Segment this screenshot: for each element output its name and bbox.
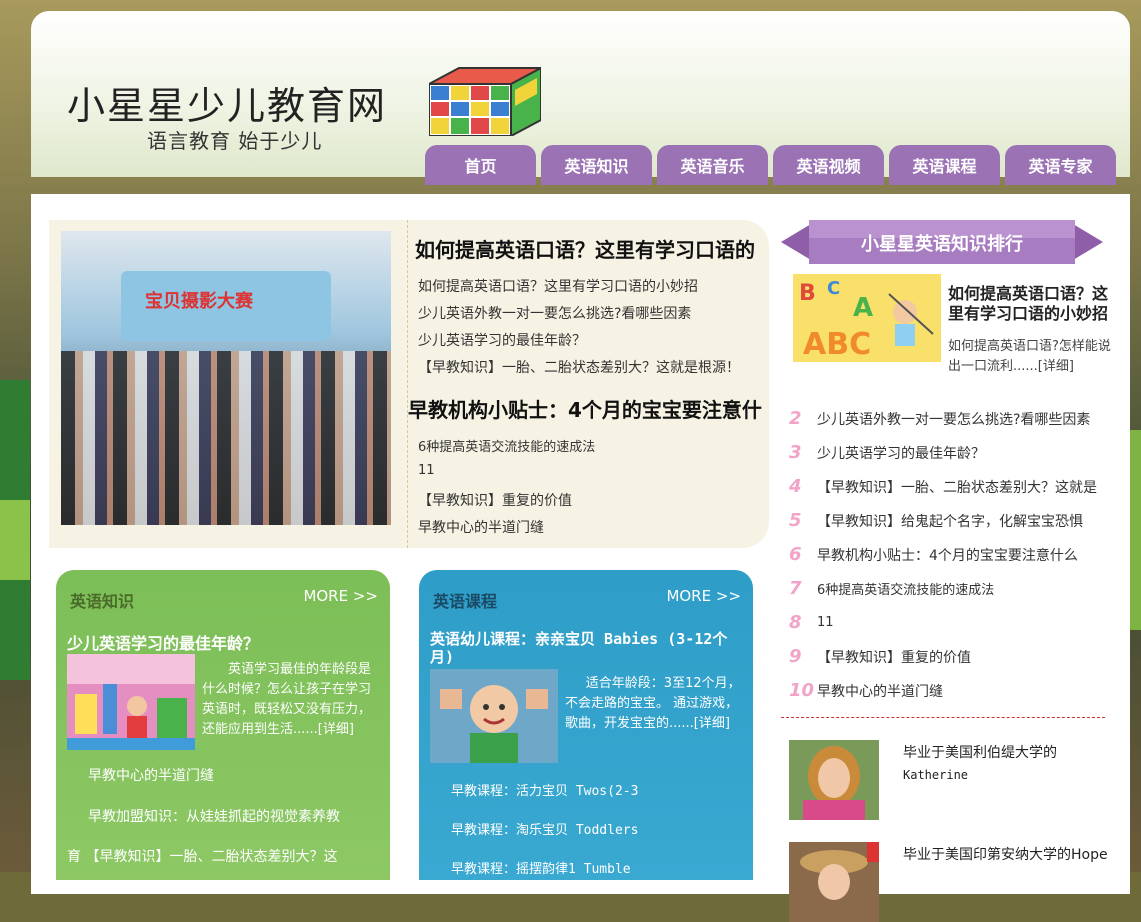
background-shelf-right bbox=[1129, 430, 1141, 630]
rank-number: 3 bbox=[789, 442, 802, 463]
rank-text: 少儿英语外教一对一要怎么挑选?看哪些因素 bbox=[817, 411, 1091, 428]
rank-number: 4 bbox=[789, 476, 802, 497]
ranking-item[interactable]: 8 11 bbox=[789, 612, 834, 633]
nav-english-music[interactable]: 英语音乐 bbox=[657, 145, 768, 185]
ranking-top-desc: 如何提高英语口语?怎样能说出一口流利......[详细] bbox=[948, 339, 1111, 374]
expert-line-1: 毕业于美国印第安纳大学的Hope bbox=[903, 847, 1108, 863]
rank-text: 少儿英语学习的最佳年龄？ bbox=[817, 445, 985, 462]
rank-text: 【早教知识】一胎、二胎状态差别大？这就是 bbox=[817, 479, 1097, 496]
nav-english-course[interactable]: 英语课程 bbox=[889, 145, 1000, 185]
featured-link[interactable]: 【早教知识】一胎、二胎状态差别大？这就是根源！ bbox=[418, 357, 740, 377]
featured-link[interactable]: 11 bbox=[418, 463, 435, 478]
expert-name: 毕业于美国利伯缇大学的 Katherine bbox=[903, 742, 1057, 786]
card-article-desc: 适合年龄段：3至12个月，不会走路的宝宝。 通过游戏，歌曲，开发宝宝的.....… bbox=[565, 676, 741, 731]
featured-headline-2[interactable]: 早教机构小贴士：4个月的宝宝要注意什 bbox=[408, 394, 762, 423]
abc-kid-illustration[interactable]: B C A ABC bbox=[793, 274, 941, 362]
expert-line-2: Katherine bbox=[903, 768, 969, 782]
svg-text:A: A bbox=[853, 293, 873, 323]
rubiks-cube-logo-icon bbox=[429, 66, 541, 136]
rank-text: 早教中心的半道门缝 bbox=[817, 683, 943, 700]
feature-divider bbox=[407, 220, 408, 548]
rank-number: 10 bbox=[789, 680, 815, 701]
classroom-photo[interactable] bbox=[67, 654, 195, 750]
card-link[interactable]: 早教中心的半道门缝 bbox=[88, 765, 214, 785]
ranking-item[interactable]: 9 【早教知识】重复的价值 bbox=[789, 646, 971, 667]
expert-photo bbox=[789, 842, 879, 922]
background-shelf-accent bbox=[0, 500, 30, 580]
card-link[interactable]: 早教课程：活力宝贝 Twos(2-3 bbox=[451, 780, 638, 799]
ranking-divider bbox=[781, 717, 1105, 718]
more-link[interactable]: MORE >> bbox=[666, 587, 741, 605]
rank-number: 6 bbox=[789, 544, 802, 565]
featured-photo[interactable]: 宝贝摄影大赛 bbox=[61, 231, 391, 525]
baby-photo[interactable] bbox=[430, 669, 558, 763]
featured-link[interactable]: 少儿英语学习的最佳年龄？ bbox=[418, 330, 586, 350]
svg-text:B: B bbox=[799, 281, 816, 306]
featured-link[interactable]: 少儿英语外教一对一要怎么挑选?看哪些因素 bbox=[418, 303, 691, 323]
card-link[interactable]: 育 【早教知识】一胎、二胎状态差别大？这 bbox=[67, 846, 337, 866]
site-logo-subtitle: 语言教育 始于少儿 bbox=[147, 129, 323, 153]
ranking-item[interactable]: 7 6种提高英语交流技能的速成法 bbox=[789, 578, 994, 599]
card-link[interactable]: 早教课程：淘乐宝贝 Toddlers bbox=[451, 819, 638, 838]
main-nav: 首页 英语知识 英语音乐 英语视频 英语课程 英语专家 bbox=[425, 145, 1116, 185]
featured-link[interactable]: 如何提高英语口语？这里有学习口语的小妙招 bbox=[418, 276, 698, 296]
ranking-item[interactable]: 3 少儿英语学习的最佳年龄？ bbox=[789, 442, 985, 463]
ranking-banner-title: 小星星英语知识排行 bbox=[861, 234, 1023, 255]
expert-line-1: 毕业于美国利伯缇大学的 bbox=[903, 745, 1057, 761]
svg-text:ABC: ABC bbox=[803, 327, 871, 362]
card-link[interactable]: 早教加盟知识：从娃娃抓起的视觉素养教 bbox=[88, 806, 340, 826]
featured-link[interactable]: 【早教知识】重复的价值 bbox=[418, 490, 572, 510]
card-heading: 英语课程 bbox=[433, 592, 498, 611]
card-article-title[interactable]: 英语幼儿课程：亲亲宝贝 Babies (3-12个月) bbox=[430, 630, 750, 666]
svg-text:C: C bbox=[827, 278, 840, 299]
main-content: 宝贝摄影大赛 如何提高英语口语？这里有学习口语的 如何提高英语口语？这里有学习口… bbox=[31, 194, 1130, 922]
card-link[interactable]: 早教课程：摇摆韵律1 Tumble bbox=[451, 858, 631, 877]
nav-home[interactable]: 首页 bbox=[425, 145, 536, 185]
site-logo-title[interactable]: 小星星少儿教育网 bbox=[67, 75, 387, 130]
rank-text: 【早教知识】重复的价值 bbox=[817, 649, 971, 666]
rank-text: 【早教知识】给鬼起个名字，化解宝宝恐惧 bbox=[817, 513, 1083, 530]
rank-text: 11 bbox=[817, 615, 834, 630]
featured-link[interactable]: 6种提高英语交流技能的速成法 bbox=[418, 436, 595, 455]
card-article-title[interactable]: 少儿英语学习的最佳年龄？ bbox=[67, 630, 259, 654]
rank-text: 早教机构小贴士：4个月的宝宝要注意什么 bbox=[817, 547, 1078, 564]
ranking-item[interactable]: 10 早教中心的半道门缝 bbox=[789, 680, 943, 701]
featured-link[interactable]: 早教中心的半道门缝 bbox=[418, 517, 544, 537]
nav-english-video[interactable]: 英语视频 bbox=[773, 145, 884, 185]
nav-english-knowledge[interactable]: 英语知识 bbox=[541, 145, 652, 185]
ranking-item[interactable]: 5 【早教知识】给鬼起个名字，化解宝宝恐惧 bbox=[789, 510, 1083, 531]
rank-text: 6种提高英语交流技能的速成法 bbox=[817, 583, 995, 598]
rank-number: 9 bbox=[789, 646, 802, 667]
rank-number: 2 bbox=[789, 408, 802, 429]
english-knowledge-card: 英语知识 MORE >> 少儿英语学习的最佳年龄？ 英语学习最佳的年龄段是什么时… bbox=[56, 570, 390, 880]
more-link[interactable]: MORE >> bbox=[303, 587, 378, 605]
photo-banner-text: 宝贝摄影大赛 bbox=[145, 291, 253, 312]
photo-crowd-image bbox=[61, 351, 391, 525]
ranking-item[interactable]: 2 少儿英语外教一对一要怎么挑选?看哪些因素 bbox=[789, 408, 1090, 429]
ranking-item[interactable]: 6 早教机构小贴士：4个月的宝宝要注意什么 bbox=[789, 544, 1078, 565]
card-heading: 英语知识 bbox=[70, 592, 135, 611]
ranking-top-title[interactable]: 如何提高英语口语？这里有学习口语的小妙招 bbox=[948, 284, 1123, 324]
card-article-desc: 英语学习最佳的年龄段是什么时候？怎么让孩子在学习英语时，既轻松又没有压力，还能应… bbox=[202, 662, 372, 737]
rank-number: 7 bbox=[789, 578, 802, 599]
ranking-item[interactable]: 4 【早教知识】一胎、二胎状态差别大？这就是 bbox=[789, 476, 1097, 497]
featured-news-box: 宝贝摄影大赛 如何提高英语口语？这里有学习口语的 如何提高英语口语？这里有学习口… bbox=[49, 220, 769, 548]
english-course-card: 英语课程 MORE >> 英语幼儿课程：亲亲宝贝 Babies (3-12个月)… bbox=[419, 570, 753, 880]
photo-banner: 宝贝摄影大赛 bbox=[121, 271, 331, 341]
featured-headline-1[interactable]: 如何提高英语口语？这里有学习口语的 bbox=[415, 234, 755, 263]
expert-photo bbox=[789, 740, 879, 820]
nav-english-expert[interactable]: 英语专家 bbox=[1005, 145, 1116, 185]
rank-number: 8 bbox=[789, 612, 802, 633]
rank-number: 5 bbox=[789, 510, 802, 531]
expert-name: 毕业于美国印第安纳大学的Hope bbox=[903, 844, 1108, 866]
